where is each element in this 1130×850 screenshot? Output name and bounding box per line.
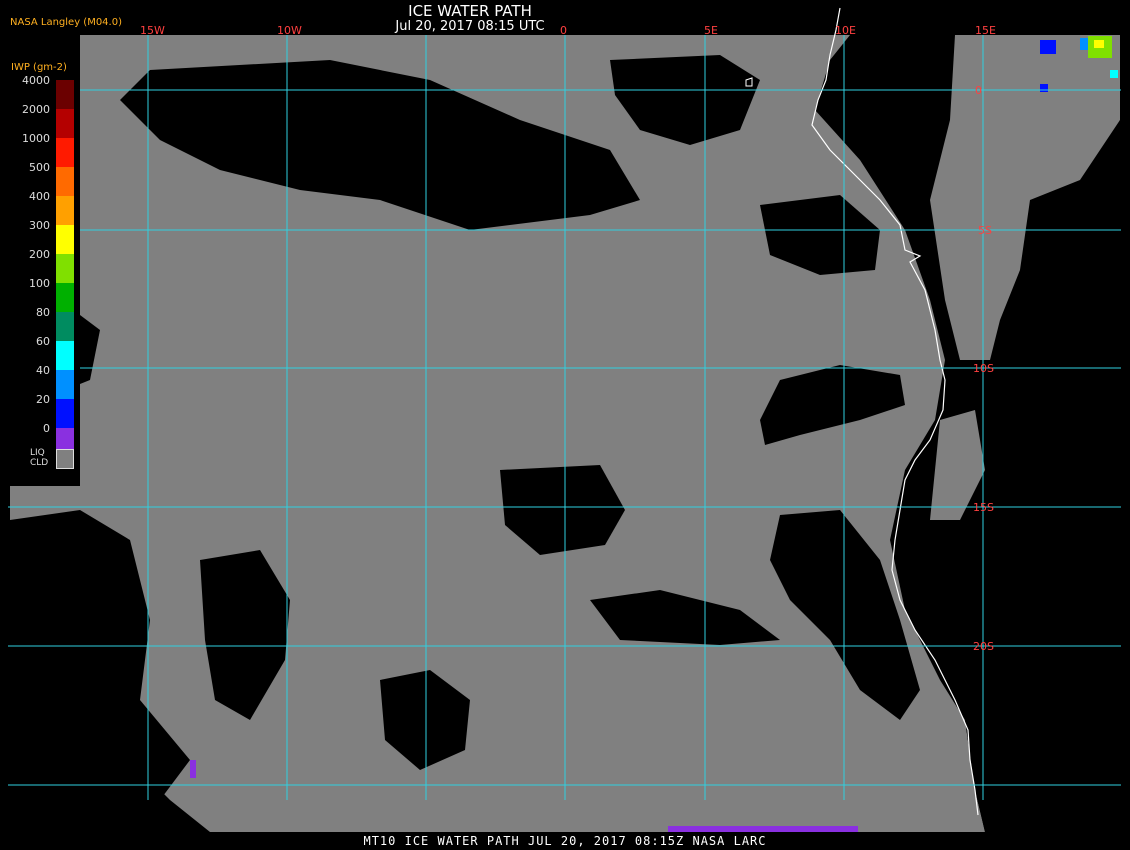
legend-level-label: 80 <box>36 306 50 319</box>
color-legend: IWP (gm-2) 4000 2000 1000 500 400 300 200 100 80… <box>8 62 80 486</box>
lat-label: 0 <box>975 84 982 97</box>
legend-level-label: 20 <box>36 393 50 406</box>
ice-speck <box>1094 40 1104 48</box>
legend-swatch <box>56 254 74 283</box>
legend-swatch <box>56 225 74 254</box>
legend-swatch <box>56 370 74 399</box>
legend-swatch <box>56 196 74 225</box>
map-title: ICE WATER PATH <box>408 2 532 20</box>
liquid-label-line1: LIQ <box>30 448 45 458</box>
legend-swatch <box>56 399 74 428</box>
legend-swatch <box>56 109 74 138</box>
ice-speck <box>1040 84 1048 92</box>
legend-level-label: 0 <box>43 422 50 435</box>
map-timestamp: Jul 20, 2017 08:15 UTC <box>395 19 545 34</box>
lat-label: 15S <box>973 501 994 514</box>
legend-swatch <box>56 312 74 341</box>
legend-level-label: 300 <box>29 219 50 232</box>
legend-level-label: 100 <box>29 277 50 290</box>
legend-level-label: 4000 <box>22 74 50 87</box>
legend-level-label: 40 <box>36 364 50 377</box>
legend-swatch <box>56 341 74 370</box>
ice-speck <box>668 826 858 832</box>
legend-title: IWP (gm-2) <box>11 62 67 73</box>
liquid-cloud-swatch <box>56 449 74 469</box>
legend-swatch <box>56 167 74 196</box>
liquid-label-line2: CLD <box>30 458 49 468</box>
legend-level-label: 500 <box>29 161 50 174</box>
footer-caption: MT10 ICE WATER PATH JUL 20, 2017 08:15Z … <box>363 834 767 848</box>
legend-swatch <box>56 138 74 167</box>
satellite-map: 15W 10W 0 5E 10E 15E 0 5S 10S 15S 20S <box>8 7 1121 832</box>
liquid-cloud-label: LIQ CLD <box>30 448 48 468</box>
ice-speck <box>190 760 196 778</box>
legend-level-label: 1000 <box>22 132 50 145</box>
lat-label: 20S <box>973 640 994 653</box>
ice-speck <box>1040 40 1056 54</box>
product-credit: NASA Langley (M04.0) <box>10 17 122 28</box>
ice-speck <box>1080 38 1088 50</box>
lon-label: 15E <box>975 24 996 37</box>
legend-level-label: 400 <box>29 190 50 203</box>
legend-level-label: 200 <box>29 248 50 261</box>
legend-level-label: 2000 <box>22 103 50 116</box>
ice-speck <box>1110 70 1118 78</box>
lat-label: 10S <box>973 362 994 375</box>
legend-swatch <box>56 80 74 109</box>
legend-swatch <box>56 283 74 312</box>
legend-level-label: 60 <box>36 335 50 348</box>
lat-label: 5S <box>978 224 992 237</box>
